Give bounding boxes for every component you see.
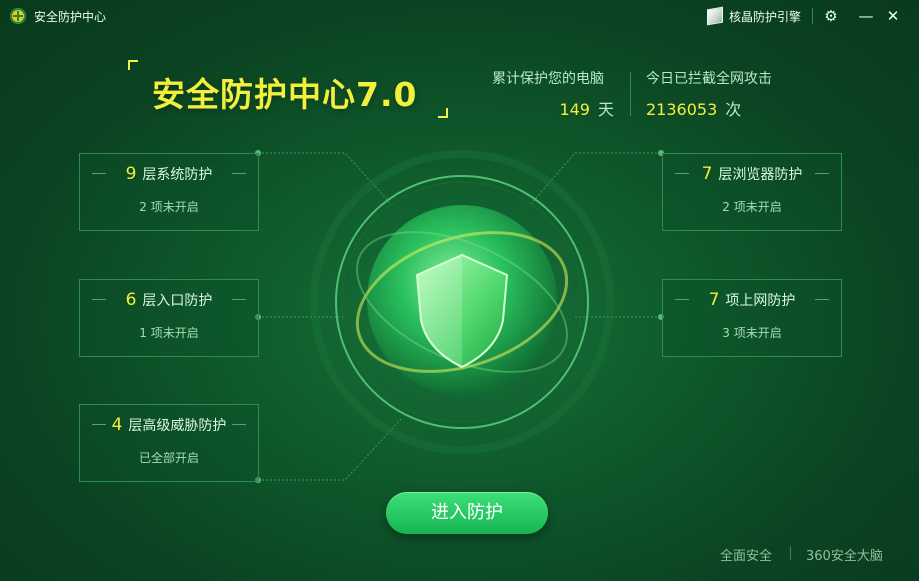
footer-divider [790, 546, 791, 560]
internet-protection-card[interactable]: 7 项上网防护 3 项未开启 [662, 279, 842, 357]
cube-icon [707, 6, 723, 26]
card-count: 7 [708, 290, 720, 310]
card-heading: 4 层高级威胁防护 [80, 415, 258, 435]
blocked-attacks-value: 2136053 次 [646, 96, 786, 120]
protected-days-caption: 累计保护您的电脑 [492, 71, 604, 87]
bracket-corner [438, 108, 448, 118]
system-protection-card[interactable]: 9 层系统防护 2 项未开启 [79, 153, 259, 231]
card-label: 层浏览器防护 [718, 167, 803, 183]
title-bar: 安全防护中心 核晶防护引擎 ⚙ — ✕ [0, 0, 919, 32]
hero-title-block: 安全防护中心7.0 [128, 60, 448, 118]
minimize-icon[interactable]: — [855, 5, 877, 27]
360-logo-icon [10, 8, 26, 24]
card-heading: 6 层入口防护 [80, 290, 258, 310]
days-number: 149 [559, 100, 590, 119]
page-title: 安全防护中心7.0 [152, 75, 418, 114]
card-heading: 9 层系统防护 [80, 164, 258, 184]
shield-icon [415, 253, 509, 369]
card-status: 已全部开启 [138, 451, 199, 465]
bracket-corner [128, 60, 138, 70]
card-heading: 7 项上网防护 [663, 290, 841, 310]
card-status: 2 项未开启 [139, 200, 199, 214]
advanced-threat-protection-card[interactable]: 4 层高级威胁防护 已全部开启 [79, 404, 259, 482]
footer-full-security: 全面安全 [720, 549, 773, 564]
card-status: 2 项未开启 [722, 200, 782, 214]
card-label: 层系统防护 [142, 167, 213, 183]
card-status: 3 项未开启 [722, 326, 782, 340]
titlebar-divider [812, 8, 813, 24]
close-icon[interactable]: ✕ [882, 5, 904, 27]
enter-protection-button[interactable]: 进入防护 [386, 492, 548, 534]
protected-days-stat: 累计保护您的电脑 149 天 [492, 68, 614, 120]
protected-days-value: 149 天 [492, 96, 614, 120]
card-heading: 7 层浏览器防护 [663, 164, 841, 184]
browser-protection-card[interactable]: 7 层浏览器防护 2 项未开启 [662, 153, 842, 231]
entry-protection-card[interactable]: 6 层入口防护 1 项未开启 [79, 279, 259, 357]
card-count: 4 [111, 415, 123, 435]
card-count: 7 [701, 164, 713, 184]
card-label: 层高级威胁防护 [128, 418, 227, 434]
engine-button[interactable]: 核晶防护引擎 [707, 6, 801, 26]
engine-button-label: 核晶防护引擎 [729, 9, 802, 24]
stats-divider [630, 72, 631, 116]
card-label: 项上网防护 [725, 293, 796, 309]
card-status: 1 项未开启 [139, 326, 199, 340]
attacks-unit: 次 [725, 100, 742, 119]
footer-security-brain: 360安全大脑 [806, 549, 883, 564]
card-count: 9 [125, 164, 137, 184]
card-label: 层入口防护 [142, 293, 213, 309]
card-count: 6 [125, 290, 137, 310]
security-center-window: 安全防护中心 核晶防护引擎 ⚙ — ✕ 安全防护中心7.0 累计保护您的电脑 1… [0, 0, 919, 581]
blocked-attacks-stat: 今日已拦截全网攻击 2136053 次 [646, 68, 786, 120]
days-unit: 天 [597, 100, 614, 119]
blocked-attacks-caption: 今日已拦截全网攻击 [646, 71, 772, 87]
window-title: 安全防护中心 [34, 10, 107, 24]
attacks-number: 2136053 [646, 100, 718, 119]
gear-icon[interactable]: ⚙ [820, 5, 842, 27]
